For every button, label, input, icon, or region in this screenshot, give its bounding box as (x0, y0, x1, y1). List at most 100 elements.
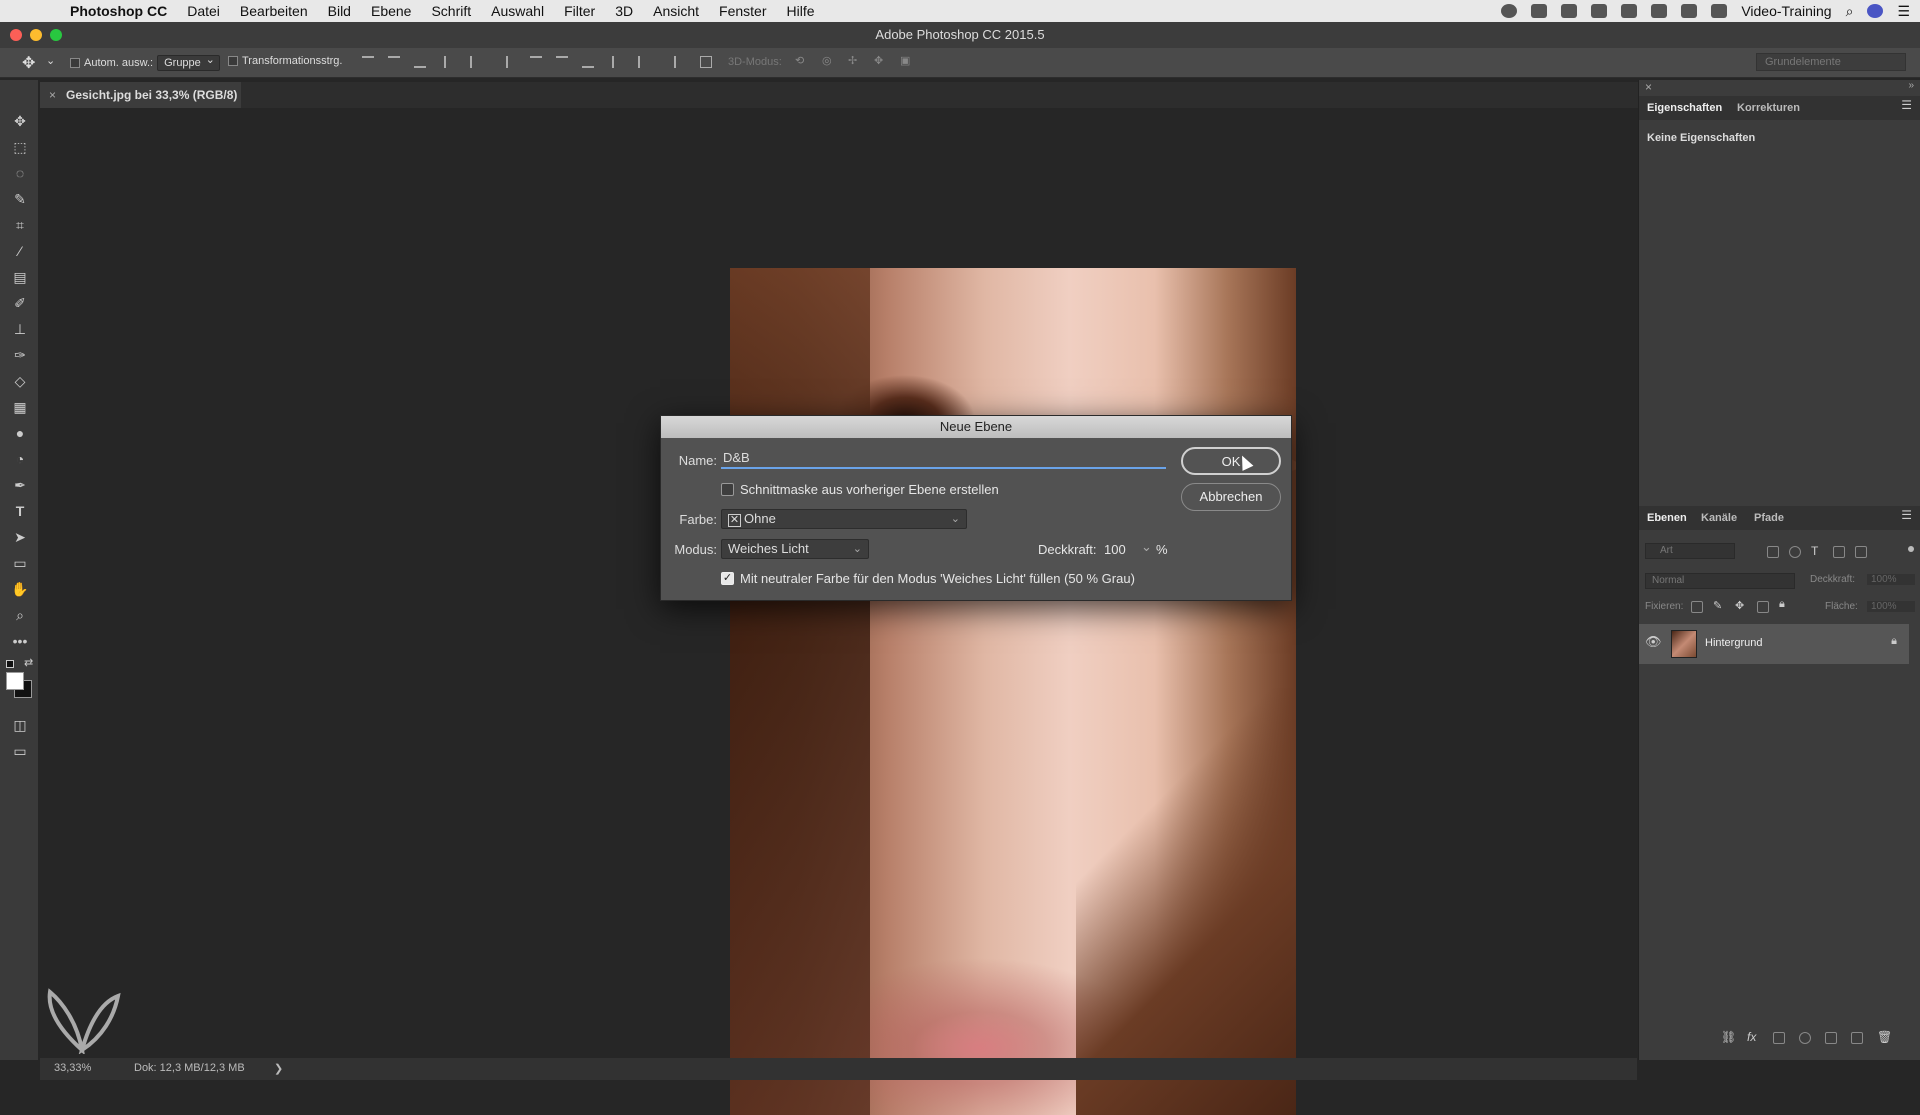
tab-pfade[interactable]: Pfade (1754, 512, 1784, 524)
slide-3d-icon[interactable]: ✥ (874, 54, 883, 67)
filter-shape-icon[interactable] (1833, 546, 1845, 558)
display-icon[interactable] (1591, 4, 1608, 18)
filter-adjustment-icon[interactable] (1789, 546, 1801, 558)
history-brush-tool-icon[interactable]: ✑ (10, 346, 30, 364)
lock-transparency-icon[interactable] (1691, 601, 1703, 613)
tool-preset-chevron-icon[interactable]: ⌄ (46, 54, 55, 67)
blend-mode-select[interactable]: Weiches Licht ⌄ (721, 539, 869, 559)
siri-icon[interactable] (1867, 4, 1884, 18)
eyedropper-tool-icon[interactable]: ⁄ (10, 242, 30, 260)
document-image[interactable] (730, 268, 1296, 1115)
quick-select-tool-icon[interactable]: ✎ (10, 190, 30, 208)
align-bottom-icon[interactable] (414, 56, 426, 68)
align-left-icon[interactable] (444, 56, 456, 68)
delete-layer-trash-icon[interactable]: 🗑︎ (1877, 1030, 1892, 1044)
align-hcenter-icon[interactable] (470, 56, 482, 68)
spotlight-icon[interactable]: ⌕ (1846, 3, 1854, 20)
lock-artboard-icon[interactable] (1757, 601, 1769, 613)
distribute-hcenter-icon[interactable] (638, 56, 650, 68)
blur-tool-icon[interactable]: ● (10, 424, 30, 442)
user-name[interactable]: Video-Training (1741, 3, 1831, 19)
tab-eigenschaften[interactable]: Eigenschaften (1647, 102, 1722, 114)
menu-app-name[interactable]: Photoshop CC (70, 3, 167, 19)
close-tab-icon[interactable]: × (49, 82, 56, 108)
workspace-select[interactable]: Grundelemente (1756, 53, 1906, 71)
zoom-tool-icon[interactable]: ⌕ (10, 606, 30, 624)
new-adjustment-icon[interactable] (1799, 1032, 1811, 1044)
status-menu-arrow-icon[interactable]: ❯ (274, 1062, 283, 1075)
swap-colors-icon[interactable]: ⇄ (24, 656, 33, 669)
zoom-window-button[interactable] (50, 29, 62, 41)
record-icon[interactable] (1501, 4, 1518, 18)
collapse-panel-icon[interactable]: » (1908, 80, 1914, 91)
align-right-icon[interactable] (496, 56, 508, 68)
distribute-vcenter-icon[interactable] (556, 56, 568, 68)
tab-korrekturen[interactable]: Korrekturen (1737, 102, 1800, 114)
distribute-left-icon[interactable] (612, 56, 624, 68)
clipping-mask-checkbox[interactable] (721, 483, 734, 496)
auto-select-dropdown[interactable]: Gruppe (157, 53, 220, 71)
transform-controls-checkbox[interactable] (228, 56, 238, 66)
hand-tool-icon[interactable]: ✋ (10, 580, 30, 598)
more-tools-icon[interactable]: ••• (10, 632, 30, 650)
sync-icon[interactable] (1621, 4, 1638, 18)
layer-filter-select[interactable]: Art (1645, 543, 1735, 559)
link-layers-icon[interactable]: ⛓︎ (1721, 1030, 1736, 1044)
auto-align-icon[interactable] (700, 56, 712, 68)
path-select-tool-icon[interactable]: ➤ (10, 528, 30, 546)
properties-menu-icon[interactable]: ☰ (1901, 98, 1912, 112)
menu-hilfe[interactable]: Hilfe (787, 3, 815, 19)
distribute-right-icon[interactable] (664, 56, 676, 68)
auto-select-checkbox[interactable] (70, 58, 80, 68)
roll-3d-icon[interactable]: ◎ (822, 54, 832, 67)
crop-tool-icon[interactable]: ⌗ (10, 216, 30, 234)
drag-3d-icon[interactable]: ✢ (848, 54, 857, 67)
bluetooth-icon[interactable] (1651, 4, 1668, 18)
layer-name[interactable]: Hintergrund (1705, 637, 1762, 649)
menu-auswahl[interactable]: Auswahl (491, 3, 544, 19)
cloud-icon[interactable] (1561, 4, 1578, 18)
background-color-swatch[interactable] (6, 672, 24, 690)
clone-stamp-tool-icon[interactable]: ⊥ (10, 320, 30, 338)
document-tab[interactable]: × Gesicht.jpg bei 33,3% (RGB/8) (40, 82, 241, 108)
screen-mode-icon[interactable]: ▭ (10, 742, 30, 760)
menu-filter[interactable]: Filter (564, 3, 595, 19)
layer-name-input[interactable]: D&B (721, 449, 1166, 469)
fill-input[interactable]: 100% (1867, 601, 1915, 612)
type-tool-icon[interactable]: T (10, 502, 30, 520)
rectangle-tool-icon[interactable]: ▭ (10, 554, 30, 572)
default-colors-icon[interactable] (6, 660, 14, 668)
tab-ebenen[interactable]: Ebenen (1647, 512, 1687, 524)
close-window-button[interactable] (10, 29, 22, 41)
ok-button[interactable]: OK (1181, 447, 1281, 475)
layer-style-fx-icon[interactable]: fx (1747, 1030, 1756, 1044)
align-top-icon[interactable] (362, 56, 374, 68)
airplay-icon[interactable] (1711, 4, 1728, 18)
align-vcenter-icon[interactable] (388, 56, 400, 68)
menu-3d[interactable]: 3D (615, 3, 633, 19)
add-mask-icon[interactable] (1773, 1032, 1785, 1044)
lock-all-icon[interactable]: 🔒︎ (1779, 598, 1785, 611)
layer-opacity-input[interactable]: 100% (1867, 574, 1915, 585)
cancel-button[interactable]: Abbrechen (1181, 483, 1281, 511)
marquee-tool-icon[interactable]: ⬚ (10, 138, 30, 156)
dropbox-icon[interactable] (1531, 4, 1548, 18)
wifi-icon[interactable] (1681, 4, 1698, 18)
layer-row[interactable]: 👁︎ Hintergrund 🔒︎ (1639, 624, 1909, 664)
tab-kanaele[interactable]: Kanäle (1701, 512, 1737, 524)
menu-bild[interactable]: Bild (328, 3, 351, 19)
menu-datei[interactable]: Datei (187, 3, 220, 19)
menu-ansicht[interactable]: Ansicht (653, 3, 699, 19)
lock-pixels-icon[interactable]: ✎ (1713, 599, 1722, 612)
brush-tool-icon[interactable]: ✐ (10, 294, 30, 312)
gradient-tool-icon[interactable]: ▦ (10, 398, 30, 416)
color-select[interactable]: ✕ Ohne ⌄ (721, 509, 967, 529)
filter-pixel-icon[interactable] (1767, 546, 1779, 558)
menu-ebene[interactable]: Ebene (371, 3, 411, 19)
layer-blend-mode-select[interactable]: Normal (1645, 573, 1795, 589)
minimize-window-button[interactable] (30, 29, 42, 41)
filter-type-icon[interactable]: T (1811, 544, 1818, 558)
move-tool-icon[interactable]: ✥ (22, 53, 35, 73)
move-tool-icon[interactable]: ✥ (10, 112, 30, 130)
dodge-tool-icon[interactable]: ◔ (10, 450, 30, 468)
